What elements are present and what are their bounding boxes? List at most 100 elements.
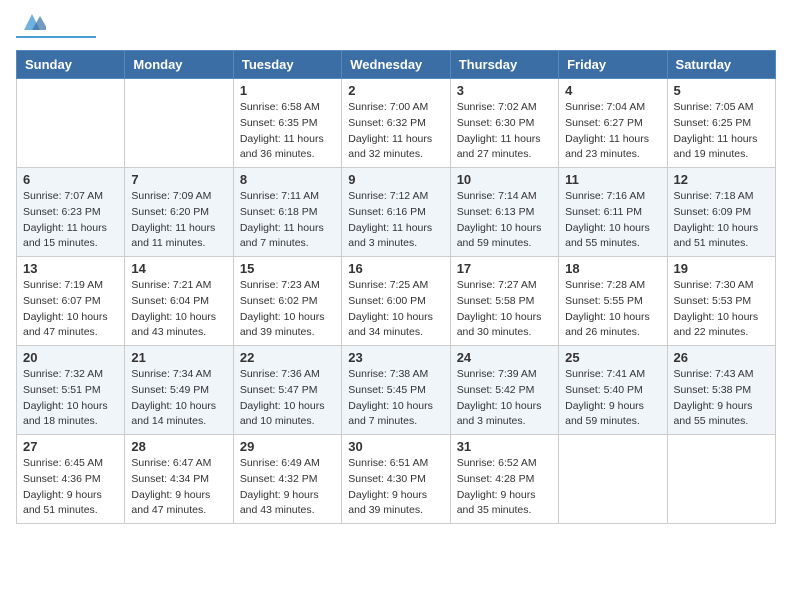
sunset-text: Sunset: 5:47 PM <box>240 384 318 396</box>
calendar-cell: 9 Sunrise: 7:12 AMSunset: 6:16 PMDaylight… <box>342 168 450 257</box>
sunset-text: Sunset: 5:38 PM <box>674 384 752 396</box>
daylight-text: Daylight: 11 hours and 19 minutes. <box>674 133 758 161</box>
day-number: 4 <box>565 83 660 98</box>
sunset-text: Sunset: 4:32 PM <box>240 473 318 485</box>
sunset-text: Sunset: 5:42 PM <box>457 384 535 396</box>
day-info: Sunrise: 7:09 AMSunset: 6:20 PMDaylight:… <box>131 189 226 252</box>
day-info: Sunrise: 7:38 AMSunset: 5:45 PMDaylight:… <box>348 367 443 430</box>
day-number: 25 <box>565 350 660 365</box>
calendar-cell: 24Sunrise: 7:39 AMSunset: 5:42 PMDayligh… <box>450 346 558 435</box>
day-header-friday: Friday <box>559 51 667 79</box>
calendar-cell: 4Sunrise: 7:04 AMSunset: 6:27 PMDaylight… <box>559 79 667 168</box>
sunrise-text: Sunrise: 7:04 AM <box>565 101 645 113</box>
sunset-text: Sunset: 4:28 PM <box>457 473 535 485</box>
calendar-cell: 1Sunrise: 6:58 AMSunset: 6:35 PMDaylight… <box>233 79 341 168</box>
day-number: 16 <box>348 261 443 276</box>
day-header-thursday: Thursday <box>450 51 558 79</box>
daylight-text: Daylight: 10 hours and 26 minutes. <box>565 311 650 339</box>
day-number: 28 <box>131 439 226 454</box>
day-info: Sunrise: 7:34 AMSunset: 5:49 PMDaylight:… <box>131 367 226 430</box>
calendar-cell <box>17 79 125 168</box>
calendar-cell <box>125 79 233 168</box>
daylight-text: Daylight: 10 hours and 3 minutes. <box>457 400 542 428</box>
sunrise-text: Sunrise: 7:34 AM <box>131 368 211 380</box>
sunrise-text: Sunrise: 7:39 AM <box>457 368 537 380</box>
sunset-text: Sunset: 6:02 PM <box>240 295 318 307</box>
calendar-cell: 15Sunrise: 7:23 AMSunset: 6:02 PMDayligh… <box>233 257 341 346</box>
day-number: 6 <box>23 172 118 187</box>
calendar-cell: 2Sunrise: 7:00 AMSunset: 6:32 PMDaylight… <box>342 79 450 168</box>
daylight-text: Daylight: 11 hours and 7 minutes. <box>240 222 324 250</box>
daylight-text: Daylight: 9 hours and 35 minutes. <box>457 489 536 517</box>
daylight-text: Daylight: 9 hours and 43 minutes. <box>240 489 319 517</box>
day-info: Sunrise: 7:36 AM Sunset: 5:47 PM Daylight:… <box>240 367 335 430</box>
day-info: Sunrise: 7:04 AMSunset: 6:27 PMDaylight:… <box>565 100 660 163</box>
day-number: 1 <box>240 83 335 98</box>
calendar-week-2: 6Sunrise: 7:07 AMSunset: 6:23 PMDaylight… <box>17 168 776 257</box>
sunset-text: Sunset: 6:30 PM <box>457 117 535 129</box>
sunrise-text: Sunrise: 7:14 AM <box>457 190 537 202</box>
day-number: 9 <box>348 172 443 187</box>
sunrise-text: Sunrise: 7:19 AM <box>23 279 103 291</box>
sunset-text: Sunset: 4:36 PM <box>23 473 101 485</box>
sunset-text: Sunset: 5:55 PM <box>565 295 643 307</box>
calendar-week-5: 27Sunrise: 6:45 AMSunset: 4:36 PMDayligh… <box>17 435 776 524</box>
calendar-cell: 29Sunrise: 6:49 AMSunset: 4:32 PMDayligh… <box>233 435 341 524</box>
sunset-text: Sunset: 5:58 PM <box>457 295 535 307</box>
day-number: 5 <box>674 83 769 98</box>
day-number: 26 <box>674 350 769 365</box>
daylight-text: Daylight: 10 hours and 55 minutes. <box>565 222 650 250</box>
day-info: Sunrise: 7:05 AMSunset: 6:25 PMDaylight:… <box>674 100 769 163</box>
sunrise-text: Sunrise: 6:51 AM <box>348 457 428 469</box>
day-number: 22 <box>240 350 335 365</box>
calendar-cell: 3Sunrise: 7:02 AMSunset: 6:30 PMDaylight… <box>450 79 558 168</box>
sunrise-text: Sunrise: 6:49 AM <box>240 457 320 469</box>
sunrise-text: Sunrise: 7:38 AM <box>348 368 428 380</box>
sunrise-text: Sunrise: 7:02 AM <box>457 101 537 113</box>
calendar-cell: 23Sunrise: 7:38 AMSunset: 5:45 PMDayligh… <box>342 346 450 435</box>
day-info: Sunrise: 7:39 AM Sunset: 5:42 PM Daylight:… <box>457 367 552 430</box>
daylight-text: Daylight: 10 hours and 10 minutes. <box>240 400 325 428</box>
calendar-cell: 31Sunrise: 6:52 AMSunset: 4:28 PMDayligh… <box>450 435 558 524</box>
sunset-text: Sunset: 6:27 PM <box>565 117 643 129</box>
calendar-cell: 25Sunrise: 7:41 AMSunset: 5:40 PMDayligh… <box>559 346 667 435</box>
sunrise-text: Sunrise: 7:36 AM <box>240 368 320 380</box>
daylight-text: Daylight: 10 hours and 47 minutes. <box>23 311 108 339</box>
daylight-text: Daylight: 9 hours and 55 minutes. <box>674 400 753 428</box>
day-info: Sunrise: 7:21 AMSunset: 6:04 PMDaylight:… <box>131 278 226 341</box>
day-number: 19 <box>674 261 769 276</box>
daylight-text: Daylight: 10 hours and 43 minutes. <box>131 311 216 339</box>
calendar-cell: 18Sunrise: 7:28 AMSunset: 5:55 PMDayligh… <box>559 257 667 346</box>
sunset-text: Sunset: 6:23 PM <box>23 206 101 218</box>
sunset-text: Sunset: 6:11 PM <box>565 206 642 218</box>
day-info: Sunrise: 7:14 AMSunset: 6:13 PMDaylight:… <box>457 189 552 252</box>
calendar-cell: 11Sunrise: 7:16 AMSunset: 6:11 PMDayligh… <box>559 168 667 257</box>
daylight-text: Daylight: 10 hours and 30 minutes. <box>457 311 542 339</box>
day-number: 17 <box>457 261 552 276</box>
daylight-text: Daylight: 9 hours and 39 minutes. <box>348 489 427 517</box>
calendar-cell: 10Sunrise: 7:14 AMSunset: 6:13 PMDayligh… <box>450 168 558 257</box>
day-info: Sunrise: 6:49 AM Sunset: 4:32 PM Daylight:… <box>240 456 335 519</box>
day-number: 2 <box>348 83 443 98</box>
day-info: Sunrise: 7:02 AM Sunset: 6:30 PM Daylight:… <box>457 100 552 163</box>
calendar-cell: 13Sunrise: 7:19 AMSunset: 6:07 PMDayligh… <box>17 257 125 346</box>
daylight-text: Daylight: 11 hours and 11 minutes. <box>131 222 215 250</box>
calendar-cell: 12Sunrise: 7:18 AMSunset: 6:09 PMDayligh… <box>667 168 775 257</box>
day-info: Sunrise: 7:18 AMSunset: 6:09 PMDaylight:… <box>674 189 769 252</box>
sunrise-text: Sunrise: 7:30 AM <box>674 279 754 291</box>
day-header-sunday: Sunday <box>17 51 125 79</box>
calendar-cell: 8Sunrise: 7:11 AMSunset: 6:18 PMDaylight… <box>233 168 341 257</box>
daylight-text: Daylight: 11 hours and 36 minutes. <box>240 133 324 161</box>
day-info: Sunrise: 7:12 AMSunset: 6:16 PMDaylight:… <box>348 189 443 252</box>
calendar-cell <box>667 435 775 524</box>
sunset-text: Sunset: 6:13 PM <box>457 206 535 218</box>
sunrise-text: Sunrise: 7:25 AM <box>348 279 428 291</box>
sunset-text: Sunset: 6:09 PM <box>674 206 752 218</box>
sunrise-text: Sunrise: 6:47 AM <box>131 457 211 469</box>
daylight-text: Daylight: 11 hours and 3 minutes. <box>348 222 432 250</box>
day-number: 14 <box>131 261 226 276</box>
daylight-text: Daylight: 11 hours and 27 minutes. <box>457 133 541 161</box>
calendar-cell: 26Sunrise: 7:43 AMSunset: 5:38 PMDayligh… <box>667 346 775 435</box>
calendar-cell: 21Sunrise: 7:34 AMSunset: 5:49 PMDayligh… <box>125 346 233 435</box>
sunrise-text: Sunrise: 7:21 AM <box>131 279 211 291</box>
